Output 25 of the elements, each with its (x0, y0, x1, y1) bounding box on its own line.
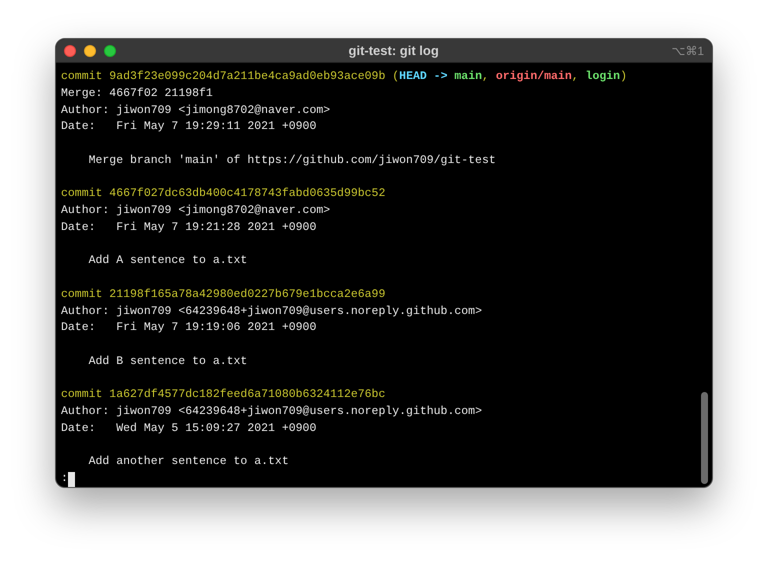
commit-message: Add B sentence to a.txt (88, 354, 248, 370)
commit-line: commit 1a627df4577dc182feed6a71080b6324112e76bc (61, 387, 386, 404)
merge-line: Merge: 4667f02 21198f1 (61, 86, 213, 102)
author-line: Author: jiwon709 <jimong8702@naver.com> (61, 203, 330, 219)
commit-line: commit 4667f027dc63db400c4178743fabd0635d99bc52 (61, 186, 386, 202)
close-button[interactable] (64, 44, 76, 56)
commit-line: commit 9ad3f23e099c204d7a211be4ca9ad0eb93ace09b (HEAD -> main, origin/main, login) (61, 69, 627, 85)
date-line: Date: Fri May 7 19:19:06 2021 +0900 (61, 320, 316, 336)
text-cursor (68, 472, 75, 487)
minimize-button[interactable] (84, 44, 96, 56)
tab-shortcut: ⌥⌘1 (671, 42, 704, 60)
commit-message: Add another sentence to a.txt (88, 454, 289, 470)
author-line: Author: jiwon709 <jimong8702@naver.com> (61, 102, 330, 118)
pager-prompt: : (61, 471, 68, 487)
commit-message: Add A sentence to a.txt (88, 253, 248, 270)
commit-line: commit 21198f165a78a42980ed0227b679e1bcca2e6a99 (61, 286, 386, 303)
author-line: Author: jiwon709 <64239648+jiwon709@users.noreply.github.com> (61, 404, 482, 420)
commit-message: Merge branch 'main' of https://github.com/jiwon709/git-test (88, 152, 496, 169)
zoom-button[interactable] (104, 44, 116, 56)
date-line: Date: Wed May 5 15:09:27 2021 +0900 (61, 420, 316, 437)
window-title: git-test: git log (348, 42, 439, 60)
scrollbar-thumb[interactable] (701, 392, 708, 484)
date-line: Date: Fri May 7 19:29:11 2021 +0900 (61, 119, 316, 136)
date-line: Date: Fri May 7 19:21:28 2021 +0900 (61, 220, 316, 236)
author-line: Author: jiwon709 <64239648+jiwon709@users.noreply.github.com> (61, 304, 482, 320)
